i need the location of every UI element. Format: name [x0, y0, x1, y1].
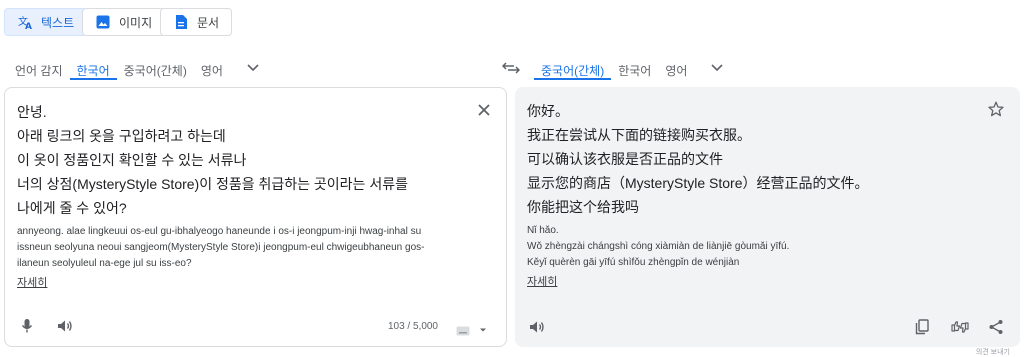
- translation-line: 你能把这个给我吗: [527, 199, 639, 215]
- translation-text: 你好。 我正在尝试从下面的链接购买衣服。 可以确认该衣服是否正品的文件 显示您的…: [527, 99, 868, 219]
- source-line: 너의 상점(MysteryStyle Store)이 정품을 취급하는 곳이라는…: [17, 176, 408, 192]
- tab-document[interactable]: 문서: [160, 8, 233, 36]
- romanization-line: Wǒ zhèngzài chángshì cóng xiàmiàn de lià…: [527, 241, 790, 252]
- source-lang-korean[interactable]: 한국어: [69, 58, 117, 80]
- target-lang-english[interactable]: 영어: [658, 58, 694, 80]
- source-text-panel[interactable]: 안녕. 아래 링크의 옷을 구입하려고 하는데 이 옷이 정품인지 확인할 수 …: [4, 87, 507, 347]
- romanization-line: annyeong. alae lingkeuui os-eul gu-ibhal…: [17, 226, 422, 237]
- translation-romanization: Nǐ hǎo. Wǒ zhèngzài chángshì cóng xiàmià…: [527, 223, 997, 271]
- source-line: 아래 링크의 옷을 구입하려고 하는데: [17, 128, 226, 144]
- source-text[interactable]: 안녕. 아래 링크의 옷을 구입하려고 하는데 이 옷이 정품인지 확인할 수 …: [17, 100, 408, 220]
- caret-down-icon[interactable]: [478, 322, 488, 332]
- translation-line: 可以确认该衣服是否正品的文件: [527, 151, 723, 167]
- character-count: 103 / 5,000: [387, 321, 438, 332]
- translation-line: 你好。: [527, 103, 569, 119]
- image-icon: [95, 14, 111, 30]
- tab-text-label: 텍스트: [41, 15, 75, 30]
- translation-detail-link[interactable]: 자세히: [527, 273, 557, 289]
- translation-line: 显示您的商店（MysteryStyle Store）经营正品的文件。: [527, 175, 869, 191]
- translation-panel: 你好。 我正在尝试从下面的链接购买衣服。 可以确认该衣服是否正品的文件 显示您的…: [515, 87, 1020, 347]
- tab-document-label: 문서: [197, 15, 220, 30]
- romanization-line: ilaneun seolyuleul na-ege jul su iss-eo?: [17, 258, 192, 269]
- chevron-down-icon[interactable]: [230, 58, 268, 77]
- microphone-icon[interactable]: [17, 316, 37, 336]
- tab-text[interactable]: 文A 텍스트: [4, 8, 88, 36]
- rate-translation-icon[interactable]: [950, 317, 970, 337]
- source-lang-chinese[interactable]: 중국어(간체): [117, 58, 194, 80]
- romanization-line: Kěyǐ quèrèn gāi yīfú shìfǒu zhèngpǐn de …: [527, 257, 740, 268]
- source-lang-english[interactable]: 영어: [194, 58, 230, 80]
- svg-text:A: A: [25, 22, 32, 30]
- tab-image[interactable]: 이미지: [82, 8, 166, 36]
- source-line: 나에게 줄 수 있어?: [17, 200, 127, 216]
- source-detail-link[interactable]: 자세히: [17, 274, 47, 290]
- source-language-bar: 언어 감지 한국어 중국어(간체) 영어: [8, 58, 268, 80]
- copy-icon[interactable]: [912, 317, 932, 337]
- source-lang-detect[interactable]: 언어 감지: [8, 58, 70, 80]
- send-feedback-link[interactable]: 의견 보내기: [976, 347, 1010, 357]
- clear-text-icon[interactable]: [474, 100, 494, 120]
- translate-icon: 文A: [17, 14, 33, 30]
- star-icon[interactable]: [986, 99, 1006, 119]
- document-icon: [173, 14, 189, 30]
- speaker-icon[interactable]: [55, 316, 75, 336]
- source-line: 이 옷이 정품인지 확인할 수 있는 서류나: [17, 152, 247, 168]
- swap-languages-icon[interactable]: [500, 58, 522, 78]
- source-romanization: annyeong. alae lingkeuui os-eul gu-ibhal…: [17, 224, 487, 272]
- romanization-line: issneun seolyuna neoui sangjeom(MysteryS…: [17, 242, 425, 253]
- source-line: 안녕.: [17, 104, 47, 120]
- translation-line: 我正在尝试从下面的链接购买衣服。: [527, 127, 751, 143]
- share-icon[interactable]: [986, 317, 1006, 337]
- target-lang-korean[interactable]: 한국어: [611, 58, 658, 80]
- tab-image-label: 이미지: [119, 15, 153, 30]
- target-lang-chinese[interactable]: 중국어(간체): [534, 58, 612, 80]
- target-language-bar: 중국어(간체) 한국어 영어: [534, 58, 732, 80]
- keyboard-icon[interactable]: [456, 323, 470, 336]
- chevron-down-icon[interactable]: [694, 58, 732, 77]
- romanization-line: Nǐ hǎo.: [527, 225, 559, 236]
- speaker-icon[interactable]: [527, 317, 547, 337]
